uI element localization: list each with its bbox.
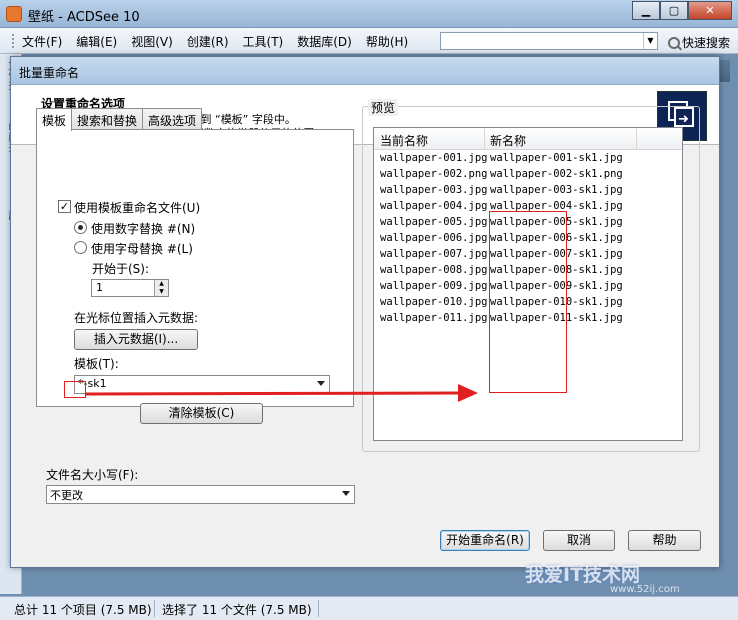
- case-value: 不更改: [50, 489, 83, 502]
- tab-template[interactable]: 模板: [36, 108, 73, 131]
- toolbar-grip[interactable]: [12, 34, 15, 48]
- current-name: wallpaper-003.jpg: [380, 184, 488, 196]
- watermark-url: www.52ij.com: [610, 584, 680, 595]
- new-name: wallpaper-001-sk1.jpg: [490, 152, 623, 164]
- current-name: wallpaper-008.jpg: [380, 264, 488, 276]
- insert-metadata-label: 在光标位置插入元数据:: [74, 311, 199, 325]
- chevron-down-icon[interactable]: [342, 491, 350, 496]
- options-tabs: 模板 搜索和替换 高级选项: [36, 108, 203, 131]
- current-name: wallpaper-011.jpg: [380, 312, 488, 324]
- chevron-down-icon[interactable]: [317, 381, 325, 386]
- preview-label: 预览: [368, 99, 399, 116]
- current-name: wallpaper-010.jpg: [380, 296, 488, 308]
- start-at-stepper[interactable]: 1 ▲ ▼: [91, 279, 169, 297]
- start-rename-button[interactable]: 开始重命名(R): [440, 530, 530, 551]
- close-button[interactable]: ✕: [688, 1, 732, 20]
- use-numbers-label: 使用数字替换 #(N): [91, 222, 196, 236]
- window-controls: ▁ ▢ ✕: [632, 1, 732, 20]
- maximize-button[interactable]: ▢: [660, 1, 688, 20]
- template-label: 模板(T):: [74, 357, 119, 371]
- use-letters-label: 使用字母替换 #(L): [91, 242, 193, 256]
- chevron-up-icon[interactable]: ▲: [155, 280, 168, 288]
- menu-bar: 文件(F) 编辑(E) 视图(V) 创建(R) 工具(T) 数据库(D) 帮助(…: [0, 28, 738, 54]
- current-name: wallpaper-006.jpg: [380, 232, 488, 244]
- current-name: wallpaper-004.jpg: [380, 200, 488, 212]
- app-title-bar: 壁纸 - ACDSee 10 ▁ ▢ ✕: [0, 0, 738, 28]
- annotation-highlight-template: [64, 381, 86, 398]
- current-name: wallpaper-005.jpg: [380, 216, 488, 228]
- current-name: wallpaper-002.png: [380, 168, 488, 180]
- status-bar: 总计 11 个项目 (7.5 MB) 选择了 11 个文件 (7.5 MB): [0, 596, 738, 620]
- tab-advanced[interactable]: 高级选项: [142, 108, 203, 130]
- menu-tools[interactable]: 工具(T): [243, 33, 284, 50]
- use-template-checkbox[interactable]: ✓: [58, 200, 71, 213]
- menu-view[interactable]: 视图(V): [131, 33, 173, 50]
- acdsee-logo-icon: [6, 6, 22, 22]
- status-divider: [154, 600, 155, 617]
- tab-search-replace[interactable]: 搜索和替换: [71, 108, 144, 130]
- column-divider[interactable]: [636, 128, 637, 150]
- quick-search-label: 快速搜索: [682, 36, 731, 50]
- menu-edit[interactable]: 编辑(E): [76, 33, 117, 50]
- preview-list-header: 当前名称 新名称: [374, 128, 682, 150]
- new-name: wallpaper-002-sk1.png: [490, 168, 623, 180]
- annotation-highlight-new-names: [489, 211, 567, 393]
- status-selected: 选择了 11 个文件 (7.5 MB): [162, 603, 312, 617]
- help-button[interactable]: 帮助: [628, 530, 701, 551]
- template-combo[interactable]: *-sk1: [74, 375, 330, 394]
- menu-items: 文件(F) 编辑(E) 视图(V) 创建(R) 工具(T) 数据库(D) 帮助(…: [22, 33, 408, 50]
- use-numbers-radio[interactable]: [74, 221, 87, 234]
- menu-help[interactable]: 帮助(H): [366, 33, 408, 50]
- dialog-title: 批量重命名: [19, 66, 80, 80]
- current-name: wallpaper-007.jpg: [380, 248, 488, 260]
- status-divider: [318, 600, 319, 617]
- chevron-down-icon[interactable]: ▼: [155, 288, 168, 296]
- col-new-name[interactable]: 新名称: [490, 132, 526, 149]
- clear-template-button[interactable]: 清除模板(C): [140, 403, 263, 424]
- app-title: 壁纸 - ACDSee 10: [28, 10, 140, 25]
- current-name: wallpaper-009.jpg: [380, 280, 488, 292]
- search-icon: [668, 36, 680, 49]
- new-name: wallpaper-003-sk1.jpg: [490, 184, 623, 196]
- menu-file[interactable]: 文件(F): [22, 33, 62, 50]
- chevron-down-icon[interactable]: ▼: [643, 33, 657, 49]
- watermark-text: 我爱IT技术网: [525, 564, 641, 586]
- minimize-button[interactable]: ▁: [632, 1, 660, 20]
- quick-search-button[interactable]: 快速搜索: [668, 34, 730, 51]
- column-divider[interactable]: [484, 128, 485, 150]
- status-total: 总计 11 个项目 (7.5 MB): [14, 603, 152, 617]
- dialog-title-bar: 批量重命名: [11, 57, 719, 85]
- search-combo[interactable]: ▼: [440, 32, 658, 50]
- current-name: wallpaper-001.jpg: [380, 152, 488, 164]
- menu-database[interactable]: 数据库(D): [297, 33, 352, 50]
- use-letters-radio[interactable]: [74, 241, 87, 254]
- start-at-value: 1: [96, 281, 103, 294]
- insert-metadata-button[interactable]: 插入元数据(I)...: [74, 329, 198, 350]
- use-template-label: 使用模板重命名文件(U): [74, 201, 201, 215]
- case-combo[interactable]: 不更改: [46, 485, 355, 504]
- cancel-button[interactable]: 取消: [543, 530, 615, 551]
- col-current-name[interactable]: 当前名称: [380, 132, 428, 149]
- menu-create[interactable]: 创建(R): [187, 33, 229, 50]
- start-at-label: 开始于(S):: [92, 262, 150, 276]
- stepper-buttons[interactable]: ▲ ▼: [154, 280, 168, 296]
- case-label: 文件名大小写(F):: [46, 468, 139, 482]
